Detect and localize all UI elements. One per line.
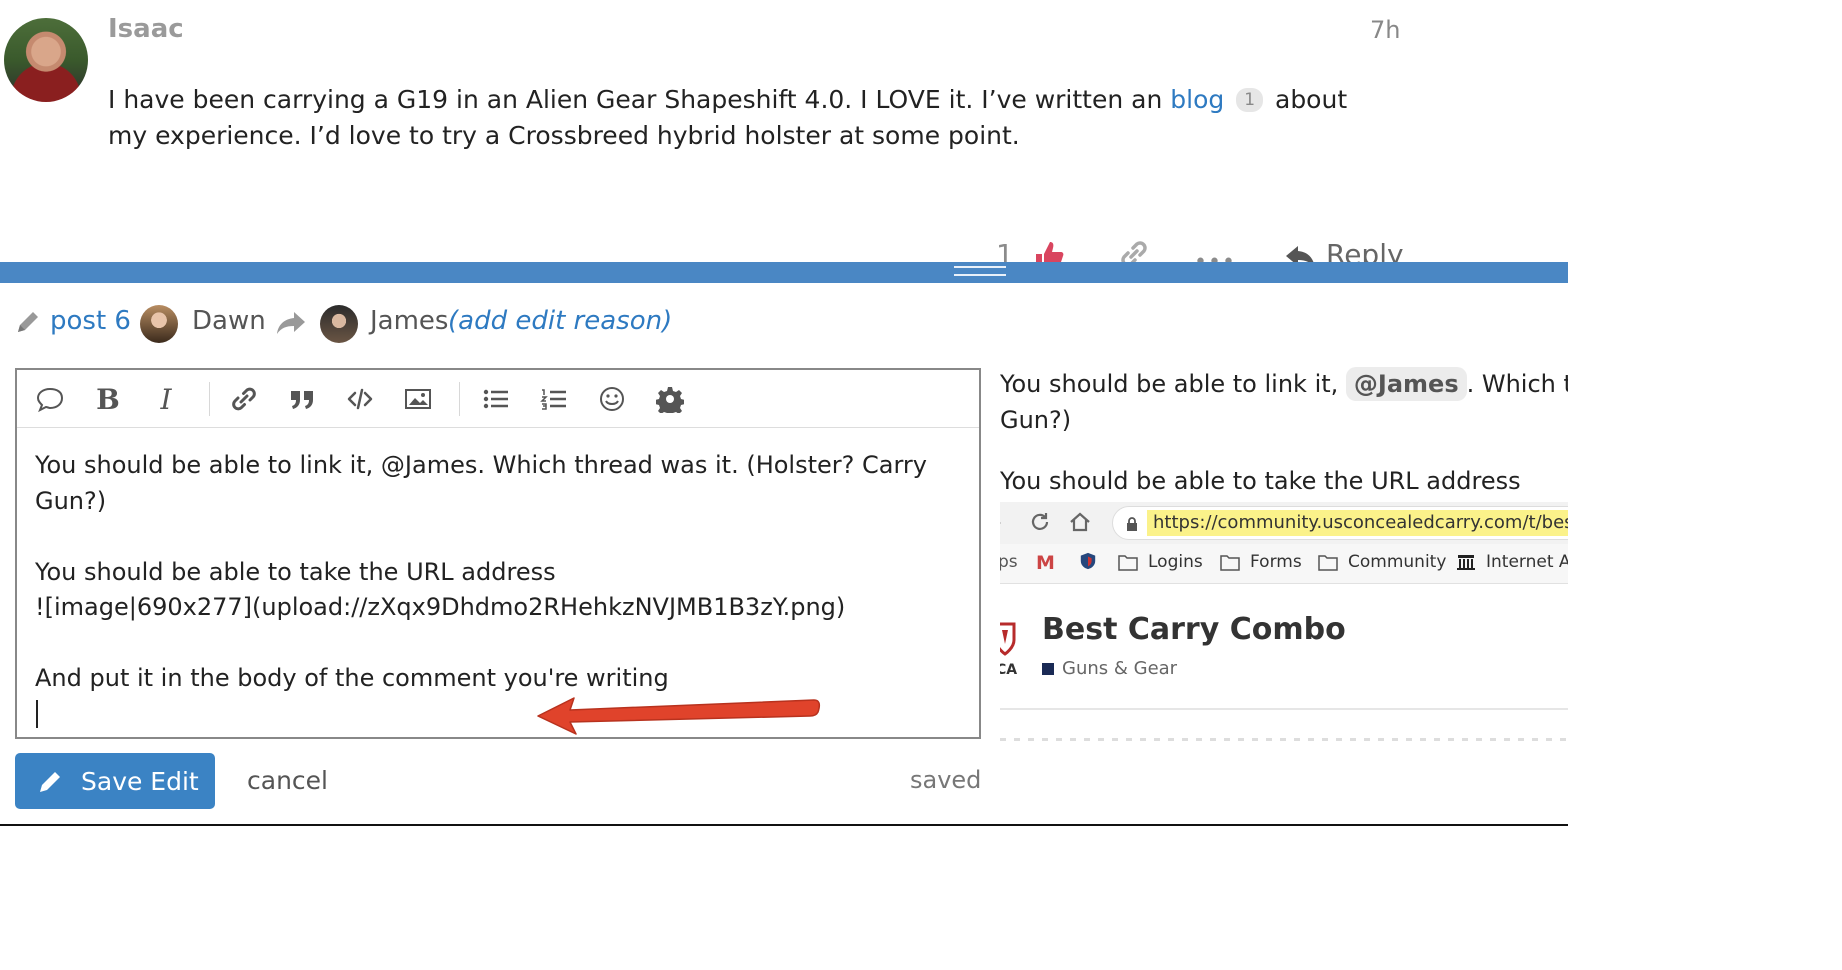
browser-address-bar: › https://community.usconcealedcarry.com… — [1000, 502, 1568, 544]
bookmark-label: Community — [1348, 552, 1447, 572]
heart-like-icon[interactable] — [1032, 238, 1066, 262]
share-arrow-icon — [276, 310, 306, 336]
bookmark-label: Internet Archive — [1486, 552, 1568, 572]
bulleted-list-icon[interactable] — [479, 382, 513, 416]
gmail-icon: M — [1036, 552, 1055, 574]
link-click-count: 1 — [1236, 88, 1264, 112]
user-mention[interactable]: @James — [1345, 367, 1467, 401]
topic-title: Best Carry Combo — [1042, 612, 1346, 647]
more-options-icon[interactable]: ••• — [1194, 250, 1236, 262]
composer-resize-bar[interactable] — [0, 262, 1568, 283]
preview-paragraph: You should be able to take the URL addre… — [1000, 467, 1521, 495]
reply-button[interactable]: Reply — [1326, 238, 1404, 262]
bookmark-label: Logins — [1148, 552, 1203, 572]
toolbar-divider — [209, 382, 210, 416]
italic-icon[interactable]: I — [149, 382, 183, 416]
bookmark-label: Forms — [1250, 552, 1302, 572]
avatar-james[interactable] — [320, 305, 358, 343]
post-body: I have been carrying a G19 in an Alien G… — [108, 82, 1368, 154]
save-edit-label: Save Edit — [81, 766, 199, 796]
folder-icon — [1118, 555, 1138, 571]
quote-bubble-icon[interactable] — [33, 382, 67, 416]
preview-paragraph: You should be able to link it, @James. W… — [1000, 366, 1568, 402]
home-icon — [1068, 510, 1092, 534]
code-icon[interactable] — [343, 382, 377, 416]
draft-status: saved — [910, 766, 982, 794]
category-badge: Guns & Gear — [1042, 658, 1177, 679]
lock-icon — [1125, 516, 1139, 531]
like-count[interactable]: 1 — [996, 238, 1014, 262]
cancel-link[interactable]: cancel — [247, 766, 328, 795]
pencil-icon — [14, 308, 42, 336]
bookmarks-bar: ps M Logins Forms Community Internet A — [1000, 544, 1568, 584]
link-icon[interactable] — [1118, 238, 1150, 262]
toolbar-divider — [459, 382, 460, 416]
blog-link[interactable]: blog — [1170, 85, 1224, 114]
emoji-icon[interactable] — [595, 382, 629, 416]
forward-arrow-icon: › — [1000, 510, 1002, 534]
window-bottom-edge — [0, 824, 1568, 826]
hyperlink-icon[interactable] — [227, 382, 261, 416]
category-color-square — [1042, 662, 1054, 675]
url-prefix: https:// — [1153, 512, 1218, 533]
url-text: https://community.usconcealedcarry.com/t… — [1147, 510, 1568, 536]
reply-icon[interactable] — [1284, 240, 1318, 262]
post-timestamp[interactable]: 7h — [1370, 16, 1400, 44]
text-cursor — [36, 700, 38, 728]
preview-paragraph-line2: Gun?) — [1000, 406, 1072, 434]
logo-text: CA — [1000, 662, 1018, 678]
avatar-dawn[interactable] — [140, 305, 178, 343]
post-text-start: I have been carrying a G19 in an Alien G… — [108, 85, 1171, 114]
image-upload-icon[interactable] — [401, 382, 435, 416]
reload-icon — [1028, 510, 1052, 534]
editor-toolbar: B I — [17, 370, 979, 428]
bookmark-folder: Forms — [1220, 552, 1302, 572]
divider — [1000, 708, 1568, 710]
original-author[interactable]: Dawn — [192, 306, 266, 336]
post-username[interactable]: Isaac — [108, 14, 184, 44]
numbered-list-icon[interactable] — [537, 382, 571, 416]
post-number-link[interactable]: post 6 — [50, 306, 131, 336]
add-edit-reason-link[interactable]: (add edit reason) — [448, 306, 672, 336]
url-rest: community.usconcealedcarry.com/t/best-ca… — [1217, 512, 1568, 533]
bookmark-folder: Logins — [1118, 552, 1203, 572]
site-logo-icon — [1000, 622, 1016, 656]
folder-icon — [1220, 555, 1240, 571]
preview-pane: You should be able to link it, @James. W… — [1000, 366, 1568, 824]
bookmark-folder: Community — [1318, 552, 1446, 572]
editor-panel: B I You should be able to link it, @Jame… — [15, 368, 981, 739]
editor-user[interactable]: James — [370, 306, 448, 336]
blockquote-icon[interactable] — [285, 382, 319, 416]
app-stage: Isaac 7h I have been carrying a G19 in a… — [0, 0, 1568, 826]
red-arrow-annotation — [537, 697, 821, 735]
bold-icon[interactable]: B — [91, 382, 125, 416]
preview-text: . Which thread was it. (Holster? Carry — [1466, 370, 1568, 398]
pencil-icon — [40, 772, 60, 792]
save-edit-button[interactable]: Save Edit — [15, 753, 215, 809]
blurred-text-line — [1000, 738, 1568, 741]
post-action-bar: 1 ••• Reply — [0, 232, 1568, 262]
bookmark-item: Internet Archive — [1456, 552, 1568, 572]
composer-header: post 6 Dawn James (add edit reason) — [0, 300, 1100, 350]
archive-icon — [1457, 555, 1475, 570]
gear-icon[interactable] — [653, 382, 687, 416]
editor-textarea[interactable]: You should be able to link it, @James. W… — [35, 448, 965, 697]
bookmark-partial: ps — [1000, 552, 1018, 572]
grip-handle-icon[interactable] — [954, 266, 1006, 276]
category-name: Guns & Gear — [1062, 658, 1178, 679]
shield-icon — [1078, 552, 1108, 570]
preview-image[interactable]: › https://community.usconcealedcarry.com… — [1000, 502, 1568, 824]
folder-icon — [1318, 555, 1338, 571]
preview-text: You should be able to link it, — [1000, 370, 1346, 398]
avatar[interactable] — [4, 18, 88, 102]
url-field: https://community.usconcealedcarry.com/t… — [1112, 506, 1568, 540]
